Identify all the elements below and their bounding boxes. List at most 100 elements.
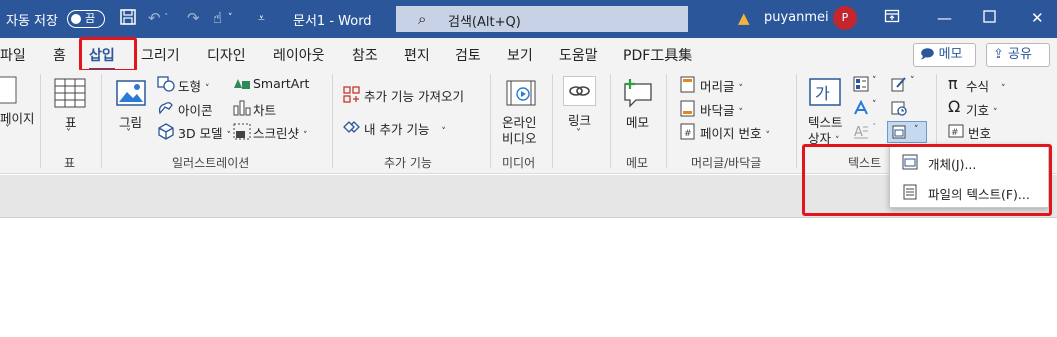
addins-group-label: 추가 기능 — [384, 156, 432, 170]
ribbon-display-icon[interactable] — [884, 8, 900, 29]
picture-chevron-icon[interactable]: ˅ — [126, 128, 131, 139]
tab-draw[interactable]: 그리기 — [141, 45, 180, 65]
screenshot-button[interactable]: 스크린샷 ˅ — [253, 123, 308, 142]
wordart-icon[interactable] — [853, 99, 869, 120]
table-icon[interactable] — [54, 78, 86, 112]
minimize-icon[interactable]: — — [937, 8, 952, 28]
footer-button[interactable]: 바닥글 ˅ — [700, 100, 743, 119]
separator — [610, 74, 611, 168]
wordart-chevron-icon[interactable]: ˅ — [872, 100, 877, 110]
icons-icon[interactable] — [157, 100, 175, 120]
avatar[interactable]: P — [833, 6, 857, 30]
3d-models-chevron-icon: ˅ — [226, 131, 232, 141]
tab-mailings[interactable]: 편지 — [404, 45, 430, 65]
close-icon[interactable]: ✕ — [1031, 8, 1044, 28]
symbol-label: 기호 — [966, 103, 990, 118]
smartart-icon[interactable] — [233, 76, 251, 95]
customize-toolbar-icon[interactable]: ⩡ — [258, 8, 265, 28]
tab-review[interactable]: 검토 — [455, 45, 481, 65]
header-icon[interactable] — [680, 76, 695, 97]
equation-icon[interactable]: π — [948, 74, 958, 93]
page-number-chevron-icon: ˅ — [765, 131, 770, 141]
search-icon: ⌕ — [418, 10, 427, 28]
online-video-button-line2[interactable]: 비디오 — [502, 128, 537, 147]
undo-dropdown-icon[interactable]: ˅ — [164, 8, 169, 28]
signature-line-icon[interactable] — [891, 76, 907, 96]
tab-references[interactable]: 참조 — [352, 45, 378, 65]
my-addins-button[interactable]: 내 추가 기능 ˅ — [364, 119, 446, 138]
signature-line-chevron-icon[interactable]: ˅ — [910, 76, 915, 86]
3d-models-icon[interactable] — [157, 123, 175, 144]
smartart-button[interactable]: SmartArt — [253, 76, 309, 91]
document-title: 문서1 - Word — [293, 14, 372, 29]
touch-mode-icon[interactable]: ☝ — [213, 8, 222, 28]
warning-icon[interactable]: ▲ — [738, 8, 750, 28]
redo-icon[interactable]: ↷ — [187, 8, 200, 28]
footer-icon[interactable] — [680, 100, 695, 121]
search-box[interactable]: ⌕ 검색(Alt+Q) — [396, 6, 688, 32]
quick-parts-chevron-icon[interactable]: ˅ — [872, 76, 877, 86]
link-button[interactable]: 링크 — [568, 110, 591, 129]
online-video-icon[interactable] — [506, 80, 536, 110]
svg-text:#: # — [684, 129, 692, 139]
get-addins-icon[interactable] — [343, 86, 360, 107]
equation-button[interactable]: 수식 ˅ — [966, 76, 1005, 95]
number-icon[interactable]: # — [948, 124, 964, 142]
separator — [552, 74, 553, 168]
page-number-button[interactable]: 페이지 번호 ˅ — [700, 123, 770, 142]
symbol-icon[interactable]: Ω — [948, 97, 960, 116]
drop-cap-icon[interactable]: A — [853, 123, 869, 143]
object-button[interactable]: ˅ — [887, 121, 927, 143]
link-chevron-icon[interactable]: ˅ — [576, 128, 581, 139]
shapes-icon[interactable] — [157, 76, 175, 96]
picture-icon[interactable] — [116, 80, 146, 110]
new-comment-icon[interactable] — [622, 78, 654, 112]
textbox-icon[interactable]: 가 — [809, 78, 841, 110]
header-label: 머리글 — [700, 79, 735, 94]
tab-design[interactable]: 디자인 — [207, 45, 246, 65]
maximize-icon[interactable] — [983, 8, 996, 28]
document-page[interactable] — [0, 219, 1057, 337]
chart-button[interactable]: 차트 — [253, 100, 276, 119]
chart-icon[interactable] — [233, 100, 251, 120]
undo-icon[interactable]: ↶ — [148, 8, 161, 28]
page-number-label: 페이지 번호 — [700, 126, 762, 141]
save-icon[interactable] — [119, 8, 137, 31]
table-chevron-icon[interactable]: ˅ — [66, 128, 71, 139]
date-time-icon[interactable] — [891, 100, 907, 120]
username: puyanmei — [764, 10, 829, 25]
quick-parts-icon[interactable] — [853, 76, 869, 96]
tab-file[interactable]: 파일 — [0, 45, 26, 65]
number-button[interactable]: 번호 — [968, 123, 991, 142]
tab-pdf-tools[interactable]: PDF工具集 — [623, 45, 692, 65]
header-footer-group-label: 머리글/바닥글 — [691, 156, 762, 170]
tab-home[interactable]: 홈 — [53, 45, 66, 65]
tab-layout[interactable]: 레이아웃 — [273, 45, 325, 65]
3d-models-button[interactable]: 3D 모델 ˅ — [178, 123, 231, 142]
separator — [101, 74, 102, 168]
link-icon[interactable] — [563, 76, 596, 110]
touch-dropdown-icon[interactable]: ˅ — [228, 8, 233, 28]
get-addins-button[interactable]: 추가 기능 가져오기 — [364, 86, 464, 105]
pages-icon[interactable] — [0, 76, 20, 108]
share-button[interactable]: ⇪ 공유 — [986, 43, 1050, 67]
page-number-icon[interactable]: # — [680, 123, 695, 144]
drop-cap-chevron-icon[interactable]: ˅ — [872, 123, 877, 133]
icons-button[interactable]: 아이콘 — [178, 100, 213, 119]
toggle-state: 끔 — [85, 12, 96, 25]
tab-help[interactable]: 도움말 — [559, 45, 598, 65]
autosave-toggle[interactable]: 끔 — [67, 10, 105, 28]
search-placeholder: 검색(Alt+Q) — [448, 15, 521, 30]
comments-button[interactable]: 🗩 메모 — [913, 43, 976, 67]
separator — [666, 74, 667, 168]
share-icon: ⇪ — [993, 47, 1004, 62]
pages-chevron-icon[interactable]: ˅ — [5, 124, 10, 135]
my-addins-icon[interactable] — [343, 119, 360, 139]
screenshot-icon[interactable] — [233, 123, 251, 144]
new-comment-button[interactable]: 메모 — [626, 112, 649, 131]
tab-view[interactable]: 보기 — [507, 45, 533, 65]
shapes-button[interactable]: 도형 ˅ — [178, 76, 210, 95]
share-label: 공유 — [1008, 47, 1032, 62]
header-button[interactable]: 머리글 ˅ — [700, 76, 743, 95]
symbol-button[interactable]: 기호 ˅ — [966, 100, 998, 119]
